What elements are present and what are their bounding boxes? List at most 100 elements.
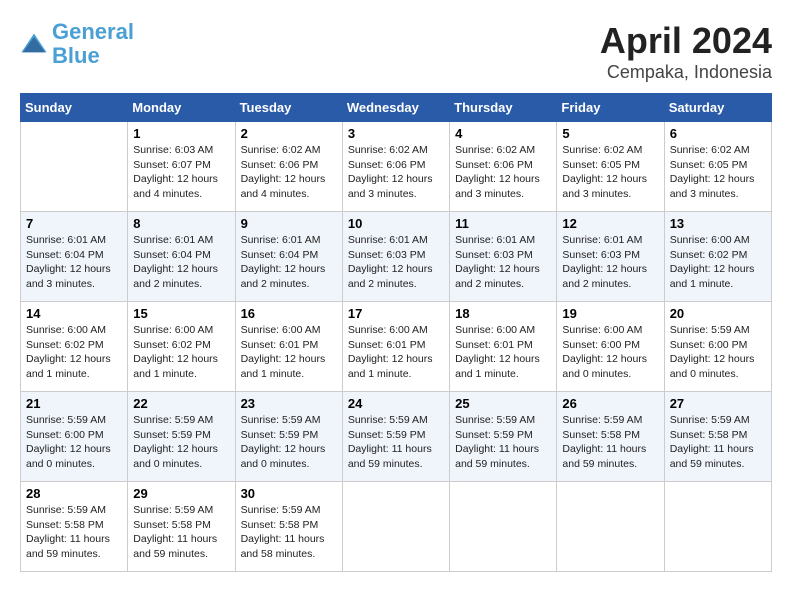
header-cell-friday: Friday bbox=[557, 94, 664, 122]
day-number: 2 bbox=[241, 126, 337, 141]
day-cell: 12 Sunrise: 6:01 AM Sunset: 6:03 PM Dayli… bbox=[557, 212, 664, 302]
day-cell bbox=[450, 482, 557, 572]
day-info: Sunrise: 6:01 AM Sunset: 6:04 PM Dayligh… bbox=[241, 233, 337, 292]
header-cell-saturday: Saturday bbox=[664, 94, 771, 122]
day-info: Sunrise: 5:59 AM Sunset: 5:58 PM Dayligh… bbox=[26, 503, 122, 562]
day-cell: 17 Sunrise: 6:00 AM Sunset: 6:01 PM Dayli… bbox=[342, 302, 449, 392]
day-info: Sunrise: 6:02 AM Sunset: 6:06 PM Dayligh… bbox=[241, 143, 337, 202]
day-info: Sunrise: 6:01 AM Sunset: 6:03 PM Dayligh… bbox=[562, 233, 658, 292]
day-cell: 6 Sunrise: 6:02 AM Sunset: 6:05 PM Daylig… bbox=[664, 122, 771, 212]
day-number: 17 bbox=[348, 306, 444, 321]
day-cell: 25 Sunrise: 5:59 AM Sunset: 5:59 PM Dayli… bbox=[450, 392, 557, 482]
day-number: 16 bbox=[241, 306, 337, 321]
day-number: 1 bbox=[133, 126, 229, 141]
day-number: 6 bbox=[670, 126, 766, 141]
day-number: 19 bbox=[562, 306, 658, 321]
day-number: 30 bbox=[241, 486, 337, 501]
day-cell: 20 Sunrise: 5:59 AM Sunset: 6:00 PM Dayli… bbox=[664, 302, 771, 392]
day-info: Sunrise: 5:59 AM Sunset: 5:59 PM Dayligh… bbox=[455, 413, 551, 472]
day-number: 22 bbox=[133, 396, 229, 411]
day-cell: 24 Sunrise: 5:59 AM Sunset: 5:59 PM Dayli… bbox=[342, 392, 449, 482]
day-cell bbox=[557, 482, 664, 572]
day-cell: 8Sunrise: 6:01 AM Sunset: 6:04 PM Daylig… bbox=[128, 212, 235, 302]
header-cell-tuesday: Tuesday bbox=[235, 94, 342, 122]
day-info: Sunrise: 6:00 AM Sunset: 6:01 PM Dayligh… bbox=[348, 323, 444, 382]
header-cell-sunday: Sunday bbox=[21, 94, 128, 122]
day-info: Sunrise: 6:00 AM Sunset: 6:02 PM Dayligh… bbox=[133, 323, 229, 382]
day-info: Sunrise: 5:59 AM Sunset: 5:58 PM Dayligh… bbox=[133, 503, 229, 562]
day-number: 21 bbox=[26, 396, 122, 411]
day-number: 24 bbox=[348, 396, 444, 411]
day-info: Sunrise: 6:02 AM Sunset: 6:06 PM Dayligh… bbox=[348, 143, 444, 202]
logo-icon bbox=[20, 30, 48, 58]
day-info: Sunrise: 6:00 AM Sunset: 6:01 PM Dayligh… bbox=[455, 323, 551, 382]
week-row-3: 14 Sunrise: 6:00 AM Sunset: 6:02 PM Dayli… bbox=[21, 302, 772, 392]
day-cell: 21 Sunrise: 5:59 AM Sunset: 6:00 PM Dayli… bbox=[21, 392, 128, 482]
day-cell: 29 Sunrise: 5:59 AM Sunset: 5:58 PM Dayli… bbox=[128, 482, 235, 572]
day-info: Sunrise: 6:00 AM Sunset: 6:00 PM Dayligh… bbox=[562, 323, 658, 382]
day-info: Sunrise: 5:59 AM Sunset: 5:59 PM Dayligh… bbox=[241, 413, 337, 472]
day-number: 15 bbox=[133, 306, 229, 321]
day-number: 18 bbox=[455, 306, 551, 321]
day-number: 12 bbox=[562, 216, 658, 231]
week-row-5: 28 Sunrise: 5:59 AM Sunset: 5:58 PM Dayli… bbox=[21, 482, 772, 572]
day-cell: 10Sunrise: 6:01 AM Sunset: 6:03 PM Dayli… bbox=[342, 212, 449, 302]
day-info: Sunrise: 6:01 AM Sunset: 6:04 PM Dayligh… bbox=[133, 233, 229, 292]
day-number: 28 bbox=[26, 486, 122, 501]
day-number: 20 bbox=[670, 306, 766, 321]
day-cell: 5 Sunrise: 6:02 AM Sunset: 6:05 PM Daylig… bbox=[557, 122, 664, 212]
main-title: April 2024 bbox=[600, 20, 772, 62]
day-cell: 27 Sunrise: 5:59 AM Sunset: 5:58 PM Dayli… bbox=[664, 392, 771, 482]
subtitle: Cempaka, Indonesia bbox=[600, 62, 772, 83]
day-number: 5 bbox=[562, 126, 658, 141]
day-number: 11 bbox=[455, 216, 551, 231]
day-info: Sunrise: 6:02 AM Sunset: 6:05 PM Dayligh… bbox=[670, 143, 766, 202]
day-cell: 22 Sunrise: 5:59 AM Sunset: 5:59 PM Dayli… bbox=[128, 392, 235, 482]
day-cell bbox=[21, 122, 128, 212]
day-cell: 1 Sunrise: 6:03 AM Sunset: 6:07 PM Daylig… bbox=[128, 122, 235, 212]
week-row-2: 7Sunrise: 6:01 AM Sunset: 6:04 PM Daylig… bbox=[21, 212, 772, 302]
day-info: Sunrise: 6:03 AM Sunset: 6:07 PM Dayligh… bbox=[133, 143, 229, 202]
day-info: Sunrise: 5:59 AM Sunset: 6:00 PM Dayligh… bbox=[670, 323, 766, 382]
day-info: Sunrise: 6:00 AM Sunset: 6:01 PM Dayligh… bbox=[241, 323, 337, 382]
header-cell-wednesday: Wednesday bbox=[342, 94, 449, 122]
week-row-4: 21 Sunrise: 5:59 AM Sunset: 6:00 PM Dayli… bbox=[21, 392, 772, 482]
day-number: 14 bbox=[26, 306, 122, 321]
day-number: 13 bbox=[670, 216, 766, 231]
week-row-1: 1 Sunrise: 6:03 AM Sunset: 6:07 PM Daylig… bbox=[21, 122, 772, 212]
header-cell-monday: Monday bbox=[128, 94, 235, 122]
day-number: 29 bbox=[133, 486, 229, 501]
day-cell: 19 Sunrise: 6:00 AM Sunset: 6:00 PM Dayli… bbox=[557, 302, 664, 392]
day-number: 27 bbox=[670, 396, 766, 411]
day-info: Sunrise: 5:59 AM Sunset: 5:58 PM Dayligh… bbox=[562, 413, 658, 472]
day-info: Sunrise: 6:01 AM Sunset: 6:03 PM Dayligh… bbox=[455, 233, 551, 292]
day-info: Sunrise: 6:00 AM Sunset: 6:02 PM Dayligh… bbox=[670, 233, 766, 292]
day-info: Sunrise: 5:59 AM Sunset: 5:58 PM Dayligh… bbox=[670, 413, 766, 472]
day-cell: 15 Sunrise: 6:00 AM Sunset: 6:02 PM Dayli… bbox=[128, 302, 235, 392]
day-info: Sunrise: 6:00 AM Sunset: 6:02 PM Dayligh… bbox=[26, 323, 122, 382]
day-cell: 4 Sunrise: 6:02 AM Sunset: 6:06 PM Daylig… bbox=[450, 122, 557, 212]
day-info: Sunrise: 6:01 AM Sunset: 6:03 PM Dayligh… bbox=[348, 233, 444, 292]
title-block: April 2024 Cempaka, Indonesia bbox=[600, 20, 772, 83]
day-cell: 7Sunrise: 6:01 AM Sunset: 6:04 PM Daylig… bbox=[21, 212, 128, 302]
day-cell: 23Sunrise: 5:59 AM Sunset: 5:59 PM Dayli… bbox=[235, 392, 342, 482]
day-info: Sunrise: 5:59 AM Sunset: 5:59 PM Dayligh… bbox=[348, 413, 444, 472]
day-cell: 14 Sunrise: 6:00 AM Sunset: 6:02 PM Dayli… bbox=[21, 302, 128, 392]
day-number: 4 bbox=[455, 126, 551, 141]
day-cell: 2 Sunrise: 6:02 AM Sunset: 6:06 PM Daylig… bbox=[235, 122, 342, 212]
day-cell: 16 Sunrise: 6:00 AM Sunset: 6:01 PM Dayli… bbox=[235, 302, 342, 392]
day-number: 25 bbox=[455, 396, 551, 411]
day-info: Sunrise: 6:02 AM Sunset: 6:05 PM Dayligh… bbox=[562, 143, 658, 202]
day-number: 26 bbox=[562, 396, 658, 411]
page-header: General Blue April 2024 Cempaka, Indones… bbox=[20, 20, 772, 83]
day-info: Sunrise: 5:59 AM Sunset: 6:00 PM Dayligh… bbox=[26, 413, 122, 472]
day-info: Sunrise: 6:02 AM Sunset: 6:06 PM Dayligh… bbox=[455, 143, 551, 202]
day-cell: 30Sunrise: 5:59 AM Sunset: 5:58 PM Dayli… bbox=[235, 482, 342, 572]
day-cell: 26 Sunrise: 5:59 AM Sunset: 5:58 PM Dayli… bbox=[557, 392, 664, 482]
day-cell bbox=[342, 482, 449, 572]
day-info: Sunrise: 5:59 AM Sunset: 5:59 PM Dayligh… bbox=[133, 413, 229, 472]
day-cell: 18 Sunrise: 6:00 AM Sunset: 6:01 PM Dayli… bbox=[450, 302, 557, 392]
calendar-table: SundayMondayTuesdayWednesdayThursdayFrid… bbox=[20, 93, 772, 572]
logo: General Blue bbox=[20, 20, 134, 68]
day-cell: 28 Sunrise: 5:59 AM Sunset: 5:58 PM Dayli… bbox=[21, 482, 128, 572]
